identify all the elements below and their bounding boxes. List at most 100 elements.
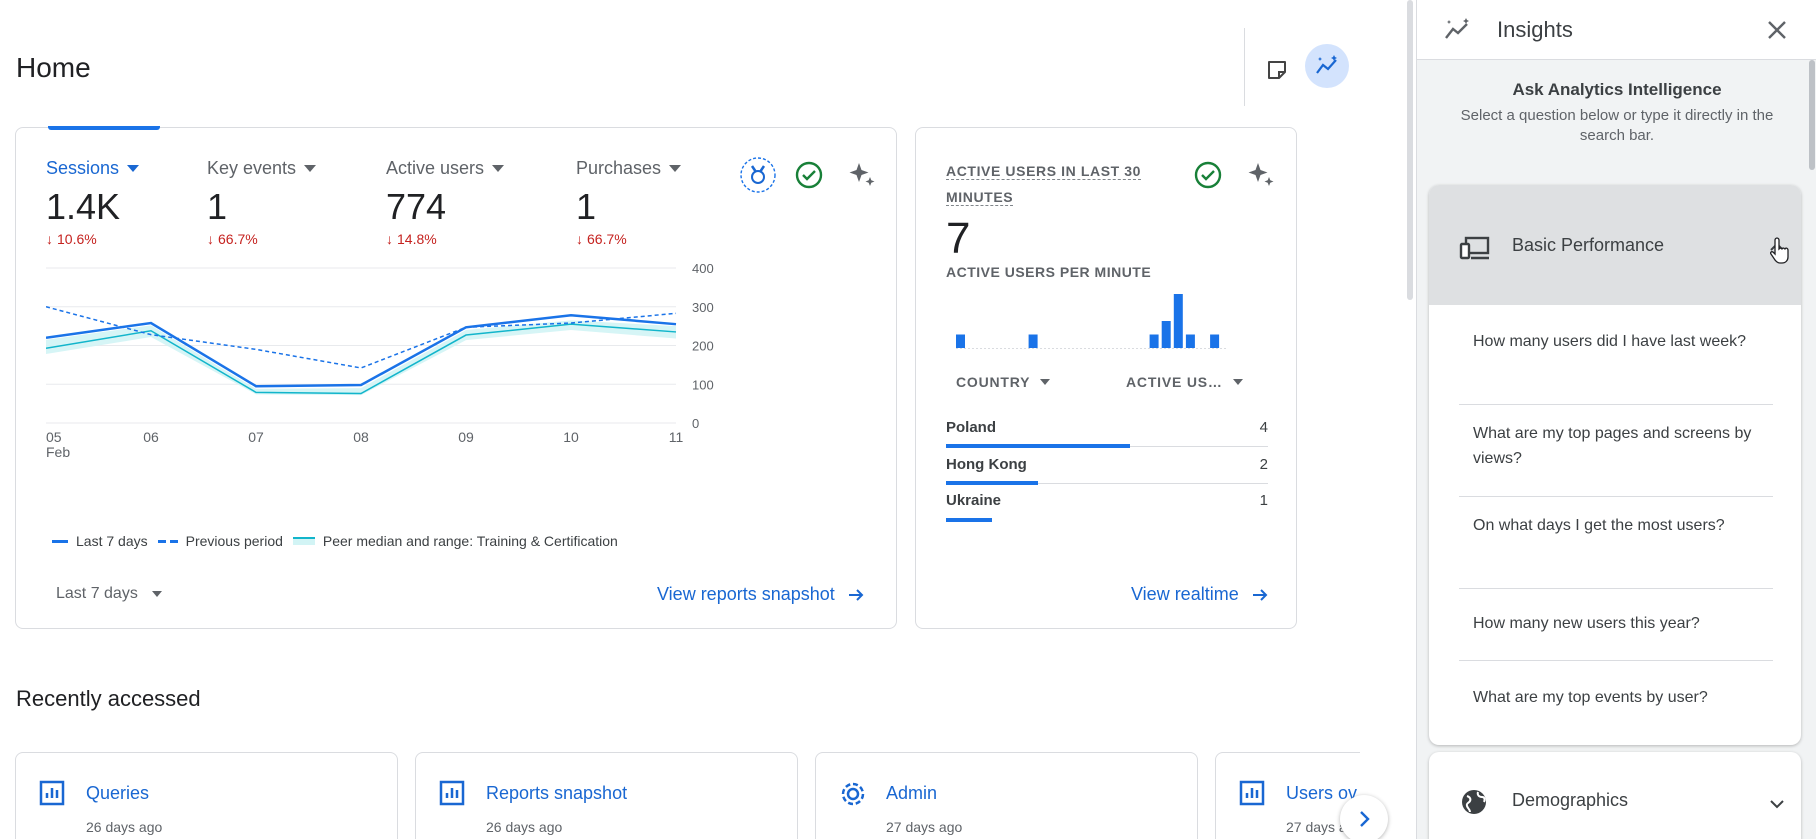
- recent-card-title: Queries: [86, 783, 150, 803]
- metric-active-users[interactable]: Active users 774 ↓ 14.8%: [386, 158, 505, 247]
- x-tick-label: 08: [353, 429, 369, 445]
- per-minute-bar[interactable]: [1185, 334, 1195, 349]
- link-label: View reports snapshot: [657, 584, 835, 604]
- metric-change: 66.7%: [218, 231, 258, 247]
- suggested-question[interactable]: What are my top events by user?: [1459, 661, 1773, 733]
- arrow-right-icon: [848, 588, 864, 601]
- country-name: Hong Kong: [946, 456, 1027, 473]
- per-minute-bar[interactable]: [1149, 334, 1159, 349]
- carousel-next-button[interactable]: [1340, 795, 1388, 839]
- x-tick-label: 07: [248, 429, 264, 445]
- country-name: Poland: [946, 419, 997, 436]
- country-count: 4: [1259, 419, 1268, 436]
- per-minute-bar[interactable]: [1210, 334, 1220, 349]
- metric-value: 1: [576, 186, 597, 227]
- table-row: Poland 4: [946, 411, 1268, 448]
- date-range-select[interactable]: Last 7 days: [56, 585, 162, 603]
- chevron-right-icon: [1360, 811, 1370, 827]
- x-tick-label: 11: [669, 429, 684, 445]
- top-actions: [1244, 28, 1354, 106]
- legend-item-current[interactable]: Last 7 days: [52, 533, 148, 549]
- report-icon: [38, 779, 66, 812]
- overview-card: Sessions 1.4K ↓ 10.6% Key events 1 ↓ 66.7%…: [15, 126, 897, 629]
- accordion-title: Basic Performance: [1512, 235, 1665, 255]
- metric-sessions[interactable]: Sessions 1.4K ↓ 10.6%: [46, 158, 140, 247]
- notes-button[interactable]: [1255, 48, 1299, 92]
- insights-panel: Insights Ask Analytics Intelligence Sele…: [1416, 0, 1816, 839]
- main-content: Home Sessions 1.4K ↓ 10.6% Key events 1 ↓…: [0, 0, 1413, 839]
- metric-key-events[interactable]: Key events 1 ↓ 66.7%: [207, 158, 317, 247]
- legend-swatch: [292, 537, 315, 545]
- per-minute-bar[interactable]: [1028, 334, 1038, 349]
- metric-value: 1: [207, 186, 228, 227]
- data-quality-status[interactable]: [789, 155, 829, 195]
- y-tick-label: 300: [692, 300, 714, 315]
- country-name: Ukraine: [946, 492, 1002, 509]
- suggested-question[interactable]: How many users did I have last week?: [1459, 313, 1773, 405]
- suggested-question[interactable]: On what days I get the most users?: [1459, 497, 1773, 589]
- recent-card-admin[interactable]: Admin 27 days ago: [815, 752, 1198, 839]
- metric-change: 66.7%: [587, 231, 627, 247]
- active-users-column-header[interactable]: ACTIVE US…: [1126, 374, 1243, 390]
- recent-card-reports-snapshot[interactable]: Reports snapshot 26 days ago: [415, 752, 798, 839]
- y-tick-label: 400: [692, 261, 714, 276]
- arrow-down-icon: ↓: [46, 231, 53, 247]
- caret-down-icon: [304, 165, 317, 172]
- ai-sparkle-button[interactable]: [1241, 155, 1281, 195]
- country-count: 2: [1259, 456, 1268, 473]
- insights-toggle-button[interactable]: [1305, 44, 1349, 88]
- insights-title: Insights: [1497, 17, 1573, 42]
- accordion-header-basic-performance[interactable]: Basic Performance: [1429, 185, 1801, 305]
- ai-sparkle-button[interactable]: [842, 155, 882, 195]
- sparkle-icon: [849, 163, 875, 186]
- legend-item-peer[interactable]: Peer median and range: Training & Certif…: [292, 533, 618, 549]
- accordion-demographics[interactable]: Demographics: [1429, 752, 1801, 839]
- realtime-title[interactable]: ACTIVE USERS IN LAST 30 MINUTES: [946, 158, 1146, 210]
- legend-swatch: [52, 539, 68, 543]
- suggested-question[interactable]: What are my top pages and screens by vie…: [1459, 405, 1773, 497]
- recent-card-title: Admin: [886, 783, 938, 803]
- caret-down-icon: [1232, 379, 1243, 385]
- chevron-down-icon[interactable]: [1767, 794, 1787, 819]
- metric-value: 1.4K: [46, 186, 121, 227]
- country-count: 1: [1259, 492, 1268, 509]
- per-minute-bar[interactable]: [1161, 321, 1171, 348]
- ask-text: Select a question below or type it direc…: [1460, 107, 1774, 144]
- legend-item-previous[interactable]: Previous period: [157, 533, 283, 549]
- data-quality-status[interactable]: [1188, 155, 1228, 195]
- metric-purchases[interactable]: Purchases 1 ↓ 66.7%: [576, 158, 682, 247]
- insights-sparkline-icon: [1316, 55, 1337, 74]
- check-circle-icon: [795, 161, 823, 189]
- globe-icon: [1459, 787, 1489, 822]
- y-tick-label: 100: [692, 377, 714, 392]
- mouse-pointer-hand-icon: [1770, 237, 1789, 264]
- link-label: View realtime: [1131, 584, 1239, 604]
- close-icon[interactable]: [1763, 16, 1791, 49]
- benchmark-medal-icon: [740, 157, 776, 193]
- realtime-card: ACTIVE USERS IN LAST 30 MINUTES 7 ACTIVE…: [915, 127, 1297, 629]
- view-reports-snapshot-link[interactable]: View reports snapshot: [657, 584, 865, 605]
- table-row: Hong Kong 2: [946, 448, 1268, 485]
- recent-card-queries[interactable]: Queries 26 days ago: [15, 752, 398, 839]
- country-column-header[interactable]: COUNTRY: [956, 374, 1051, 390]
- ask-analytics-intro: Ask Analytics Intelligence Select a ques…: [1417, 80, 1816, 146]
- y-tick-label: 0: [692, 416, 699, 431]
- caret-down-icon: [127, 165, 140, 172]
- per-minute-bar[interactable]: [956, 334, 965, 349]
- suggested-question[interactable]: How many new users this year?: [1459, 589, 1773, 661]
- date-range-label: Last 7 days: [56, 585, 138, 602]
- recent-card-users-overview[interactable]: Users ov 27 days a: [1215, 752, 1360, 839]
- chart-legend: Last 7 days Previous period Peer median …: [52, 533, 618, 549]
- metric-label: Key events: [207, 158, 297, 178]
- insights-scrollbar[interactable]: [1809, 60, 1815, 170]
- benchmark-button[interactable]: [738, 155, 778, 195]
- view-realtime-link[interactable]: View realtime: [1131, 584, 1269, 605]
- metric-change: 14.8%: [397, 231, 437, 247]
- insights-header: Insights: [1417, 0, 1816, 60]
- ask-title: Ask Analytics Intelligence: [1512, 80, 1722, 99]
- active-tab-indicator: [48, 126, 160, 130]
- main-scrollbar[interactable]: [1407, 0, 1413, 300]
- per-minute-bar[interactable]: [1173, 294, 1183, 348]
- legend-swatch: [157, 539, 178, 543]
- caret-down-icon: [1040, 379, 1051, 385]
